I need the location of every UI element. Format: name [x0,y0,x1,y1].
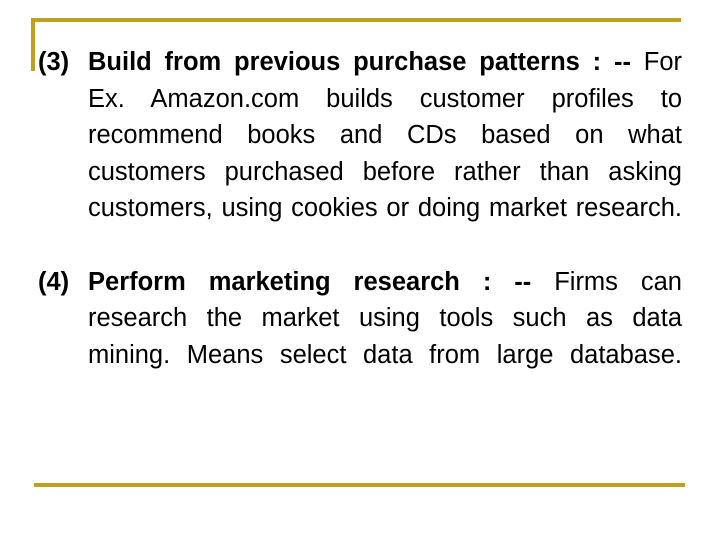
slide-canvas: (3) Build from previous purchase patterns… [0,0,720,540]
bullet-item: (4) Perform marketing research : -- Firms… [38,264,682,410]
bullet-lead-text: Build from previous purchase patterns : … [88,48,631,76]
top-accent-rule [31,18,681,22]
bullet-marker: (3) [38,48,70,76]
bullet-item: (3) Build from previous purchase patterns… [38,44,682,264]
bullet-marker: (4) [38,267,70,296]
slide-body: (3) Build from previous purchase patterns… [38,44,682,410]
bullet-lead-text: Perform marketing research : -- [88,267,532,296]
left-accent-rule [31,18,35,71]
bottom-accent-rule [34,483,685,487]
